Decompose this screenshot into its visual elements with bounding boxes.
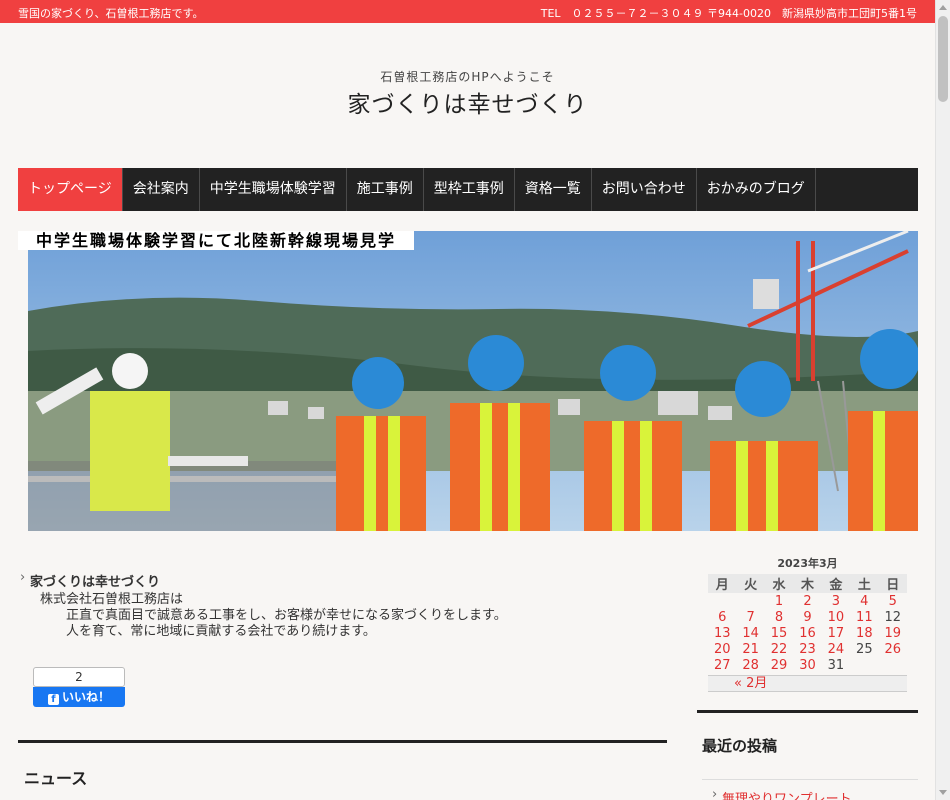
calendar-day: 31	[827, 657, 845, 673]
nav-item[interactable]: トップページ	[18, 168, 123, 211]
like-label: いいね！	[61, 690, 110, 704]
contact-info: TEL ０２５５－７２－３０４９ 〒944-0020 新潟県妙高市工団町5番1号	[540, 7, 917, 20]
calendar-widget: 2023年3月 月火水木金土日 1 2 3 4 5 6 7 8 9 10 11 12 13 14 15 16 1…	[708, 556, 907, 692]
calendar-weekday: 月	[708, 574, 737, 593]
nav-item[interactable]: 資格一覧	[515, 168, 592, 211]
nav-item[interactable]: 会社案内	[123, 168, 200, 211]
site-tagline: 雪国の家づくり、石曽根工務店です。	[18, 7, 204, 20]
recent-post-link[interactable]: 無理やりワンプレート	[712, 787, 852, 800]
nav-item[interactable]: お問い合わせ	[592, 168, 697, 211]
calendar-day[interactable]: 7	[736, 609, 764, 625]
hero-caption: 中学生職場体験学習にて北陸新幹線現場見学	[18, 231, 415, 250]
hero-image: 中学生職場体験学習にて北陸新幹線現場見学	[18, 231, 918, 531]
calendar-day[interactable]: 14	[736, 625, 764, 641]
scroll-up-icon[interactable]	[939, 5, 947, 10]
calendar-day[interactable]: 13	[708, 625, 736, 641]
nav-item[interactable]: おかみのブログ	[697, 168, 816, 211]
calendar-day[interactable]: 17	[822, 625, 850, 641]
facebook-icon: f	[47, 694, 59, 705]
like-button[interactable]: f いいね！	[33, 687, 125, 707]
calendar-day[interactable]: 22	[765, 641, 793, 657]
calendar-day[interactable]: 29	[765, 657, 793, 673]
calendar-day[interactable]: 23	[793, 641, 821, 657]
recent-posts-heading: 最近の投稿	[702, 737, 778, 755]
nav-item[interactable]: 中学生職場体験学習	[200, 168, 347, 211]
like-count: 2	[33, 667, 125, 687]
nav-item[interactable]: 施工事例	[347, 168, 424, 211]
calendar-day[interactable]: 10	[822, 609, 850, 625]
calendar-day[interactable]: 8	[765, 609, 793, 625]
calendar-day[interactable]: 11	[850, 609, 878, 625]
page-scrollbar[interactable]	[935, 0, 950, 800]
calendar-weekday: 日	[878, 574, 907, 593]
calendar-day[interactable]: 15	[765, 625, 793, 641]
calendar-day[interactable]: 24	[822, 641, 850, 657]
calendar-day[interactable]: 26	[879, 641, 907, 657]
nav-item[interactable]: 型枠工事例	[424, 168, 515, 211]
section-divider	[18, 740, 667, 743]
site-title[interactable]: 家づくりは幸せづくり	[0, 85, 935, 119]
calendar-day[interactable]: 18	[850, 625, 878, 641]
calendar-weekday: 金	[821, 574, 851, 593]
calendar-day[interactable]: 3	[822, 593, 850, 609]
recent-posts-separator	[702, 779, 918, 780]
calendar-weekday: 土	[850, 574, 879, 593]
facebook-like-widget[interactable]: 2 f いいね！	[33, 667, 125, 707]
calendar-day[interactable]: 6	[708, 609, 736, 625]
sidebar-divider	[697, 710, 918, 713]
calendar-day[interactable]: 20	[708, 641, 736, 657]
site-branding[interactable]: 石曽根工務店のHPへようこそ 家づくりは幸せづくり	[0, 68, 935, 119]
calendar-day[interactable]: 19	[879, 625, 907, 641]
calendar-day[interactable]: 28	[736, 657, 764, 673]
calendar-day[interactable]: 1	[765, 593, 793, 609]
calendar-day[interactable]: 27	[708, 657, 736, 673]
top-bar: 雪国の家づくり、石曽根工務店です。 TEL ０２５５－７２－３０４９ 〒944-…	[0, 0, 935, 23]
hero-photo	[18, 231, 918, 531]
calendar-weekday: 木	[793, 574, 822, 593]
calendar-empty-cell	[850, 657, 878, 673]
site-subtitle: 石曽根工務店のHPへようこそ	[380, 70, 555, 84]
scrollbar-thumb[interactable]	[938, 16, 948, 102]
scroll-down-icon[interactable]	[939, 790, 947, 795]
intro-line-3: 人を育て、常に地域に貢献する会社であり続けます。	[66, 624, 376, 639]
calendar-weekday: 火	[736, 574, 765, 593]
calendar-day[interactable]: 4	[850, 593, 878, 609]
calendar-caption: 2023年3月	[777, 557, 838, 570]
calendar-day[interactable]: 30	[793, 657, 821, 673]
calendar-day[interactable]: 2	[793, 593, 821, 609]
calendar-weekday: 水	[764, 574, 794, 593]
calendar-day: 25	[856, 641, 873, 657]
main-navigation: トップページ 会社案内 中学生職場体験学習 施工事例 型枠工事例 資格一覧 お問い合わせ おか…	[18, 168, 918, 211]
calendar-prev-month-link[interactable]: « 2月	[708, 675, 907, 692]
calendar-day: 12	[884, 609, 902, 625]
calendar-day[interactable]: 16	[793, 625, 821, 641]
calendar-day[interactable]: 9	[793, 609, 821, 625]
news-heading: ニュース	[24, 769, 88, 788]
calendar-empty-cell	[736, 593, 764, 609]
calendar-empty-cell	[708, 593, 736, 609]
calendar-empty-cell	[879, 657, 907, 673]
calendar-day[interactable]: 5	[879, 593, 907, 609]
calendar-table: 月火水木金土日 1 2 3 4 5 6 7 8 9 10 11 12 13 14 15 16 17 18 19 20 2…	[708, 574, 907, 673]
calendar-day[interactable]: 21	[736, 641, 764, 657]
